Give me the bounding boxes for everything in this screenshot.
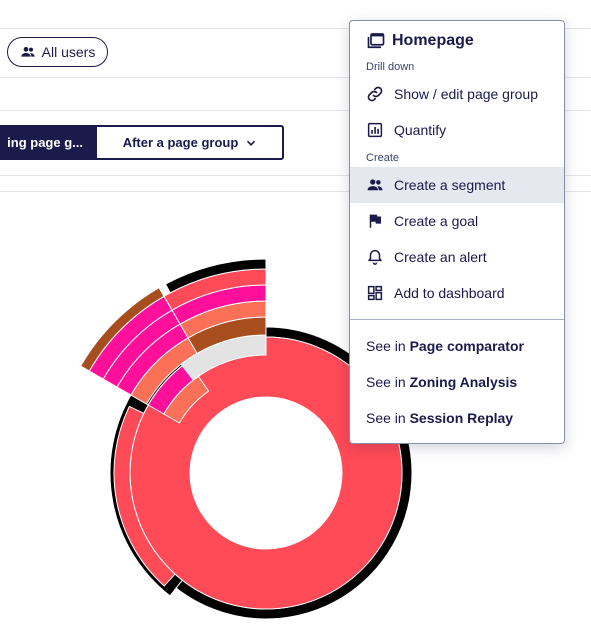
see-in-page-comparator-link[interactable]: See in Page comparator [366, 338, 524, 354]
see-in-prefix: See in [366, 374, 406, 390]
flag-icon [369, 214, 381, 228]
all-users-label: All users [41, 44, 96, 60]
quantify-label: Quantify [394, 122, 447, 138]
users-icon [20, 47, 35, 57]
menu-title: Homepage [366, 31, 474, 51]
segment-before-label: ing page g... [7, 135, 83, 150]
show-edit-page-group-label: Show / edit page group [394, 86, 538, 102]
session-replay-label: Session Replay [409, 410, 514, 426]
see-in-session-replay-link[interactable]: See in Session Replay [366, 410, 513, 426]
chevron-down-icon [247, 140, 256, 146]
add-to-dashboard-item[interactable]: Add to dashboard [350, 275, 564, 311]
context-menu: Homepage Drill down Show / edit page gro… [349, 20, 565, 444]
segment-before-page-group[interactable]: ing page g... [0, 127, 97, 158]
menu-title-text: Homepage [392, 32, 474, 49]
segment-after-label: After a page group [122, 135, 239, 150]
bar-chart-icon [367, 122, 383, 138]
quantify-item[interactable]: Quantify [350, 112, 564, 148]
see-in-prefix: See in [366, 410, 406, 426]
see-in-prefix: See in [366, 338, 406, 354]
create-segment-item[interactable]: Create a segment [350, 167, 564, 203]
create-goal-label: Create a goal [394, 213, 479, 229]
menu-divider [350, 319, 564, 320]
show-edit-page-group-item[interactable]: Show / edit page group [350, 76, 564, 112]
link-icon [367, 86, 383, 102]
create-label: Create [366, 152, 400, 164]
bell-icon [368, 249, 382, 265]
see-in-zoning-analysis-link[interactable]: See in Zoning Analysis [366, 374, 517, 390]
drill-down-label: Drill down [366, 61, 415, 73]
segment-toggle: ing page g... After a page group [0, 125, 284, 160]
dashboard-icon [367, 285, 383, 301]
add-to-dashboard-label: Add to dashboard [394, 285, 505, 301]
segment-after-page-group[interactable]: After a page group [97, 127, 282, 158]
create-segment-label: Create a segment [394, 177, 506, 193]
all-users-filter-button[interactable]: All users [7, 37, 108, 67]
zoning-analysis-label: Zoning Analysis [409, 374, 518, 390]
page-group-icon [367, 33, 385, 49]
create-alert-item[interactable]: Create an alert [350, 239, 564, 275]
page-comparator-label: Page comparator [409, 338, 524, 354]
create-goal-item[interactable]: Create a goal [350, 203, 564, 239]
create-alert-label: Create an alert [394, 249, 487, 265]
users-icon [367, 179, 383, 191]
